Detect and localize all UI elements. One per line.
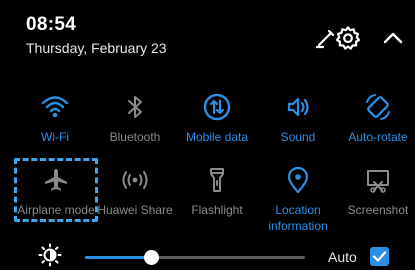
tile-wifi[interactable]: Wi-Fi xyxy=(15,92,95,145)
tile-label: Mobile data xyxy=(185,130,249,144)
tile-flashlight[interactable]: Flashlight xyxy=(177,165,257,218)
brightness-slider[interactable] xyxy=(85,250,305,265)
flashlight-icon xyxy=(210,168,224,192)
tile-label: Wi-Fi xyxy=(41,130,69,144)
brightness-slider-thumb[interactable] xyxy=(144,250,159,265)
clock-time: 08:54 xyxy=(26,14,77,35)
tile-mobile-data[interactable]: Mobile data xyxy=(177,92,257,145)
mobile-data-icon xyxy=(203,93,231,121)
notification-header: 08:54 Thursday, February 23 xyxy=(0,0,415,70)
tile-location-information[interactable]: Location information xyxy=(258,165,338,234)
collapse-chevron-icon[interactable] xyxy=(381,26,405,50)
tile-label: Location xyxy=(275,203,321,217)
auto-rotate-icon xyxy=(366,94,390,120)
screenshot-icon xyxy=(367,170,389,193)
wifi-icon xyxy=(41,96,69,118)
airplane-mode-highlight xyxy=(14,158,98,222)
auto-brightness-label: Auto xyxy=(328,249,357,265)
tile-label: Auto-rotate xyxy=(348,130,408,144)
tile-label-line2: information xyxy=(268,219,328,233)
date-text: Thursday, February 23 xyxy=(26,40,167,56)
tile-label: Screenshot xyxy=(347,203,409,217)
huawei-share-icon xyxy=(122,171,148,189)
location-icon xyxy=(287,166,309,194)
brightness-slider-fill xyxy=(85,256,151,259)
tile-label: Sound xyxy=(280,130,316,144)
tile-bluetooth[interactable]: Bluetooth xyxy=(95,92,175,145)
bluetooth-icon xyxy=(128,96,142,118)
tile-screenshot[interactable]: Screenshot xyxy=(338,165,415,218)
brightness-icon xyxy=(38,243,62,267)
settings-gear-icon[interactable] xyxy=(335,25,361,51)
brightness-row: Auto xyxy=(0,238,415,270)
tile-label: Huawei Share xyxy=(97,203,173,217)
tile-label: Flashlight xyxy=(191,203,243,217)
auto-brightness-checkbox[interactable] xyxy=(370,247,389,266)
sound-icon xyxy=(287,97,309,117)
tile-label: Bluetooth xyxy=(109,130,161,144)
tile-auto-rotate[interactable]: Auto-rotate xyxy=(338,92,415,145)
tile-huawei-share[interactable]: Huawei Share xyxy=(95,165,175,218)
tile-sound[interactable]: Sound xyxy=(258,92,338,145)
